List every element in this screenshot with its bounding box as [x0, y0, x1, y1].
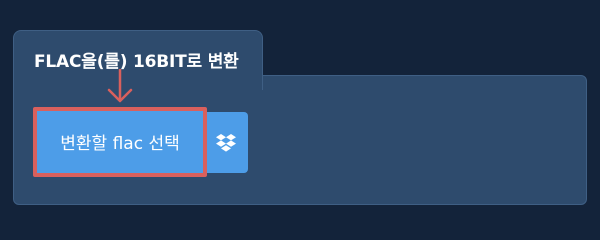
arrow-down-icon	[107, 69, 133, 103]
panel-title: FLAC을(를) 16BIT로 변환	[34, 52, 239, 72]
select-flac-button[interactable]: 변환할 flac 선택	[33, 107, 207, 177]
dropbox-icon	[216, 134, 236, 152]
dropbox-button[interactable]	[205, 112, 248, 173]
panel-tab: FLAC을(를) 16BIT로 변환	[13, 30, 263, 90]
select-flac-label: 변환할 flac 선택	[60, 134, 180, 154]
